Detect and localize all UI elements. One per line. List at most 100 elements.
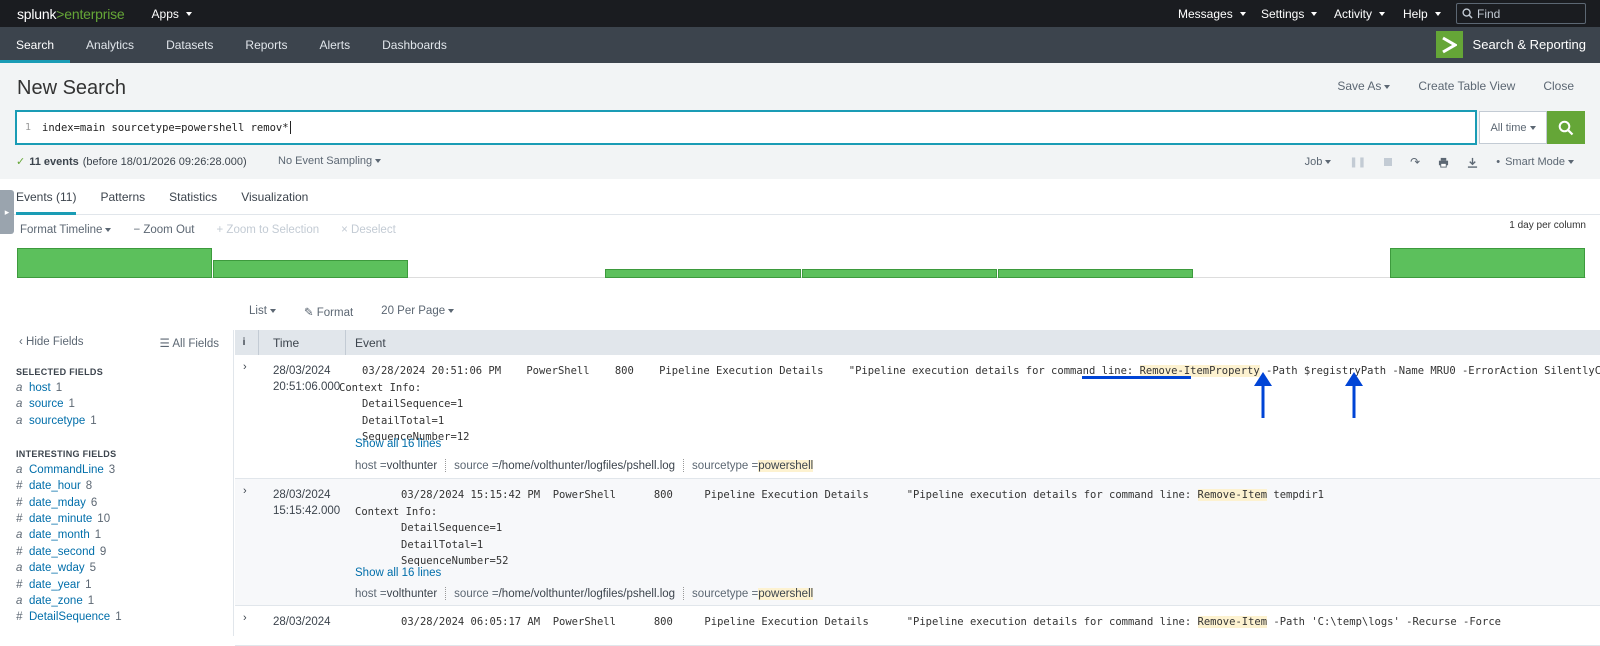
export-icon[interactable] [1467, 157, 1478, 168]
nav-analytics[interactable]: Analytics [70, 27, 150, 63]
deselect-button[interactable]: × Deselect [341, 224, 396, 236]
chevron-down-icon [185, 11, 192, 16]
expand-chevron-icon[interactable]: › [243, 361, 247, 373]
field-count: 1 [55, 382, 63, 394]
event-context: Context Info: [339, 381, 422, 394]
meta-sourcetype-value[interactable]: powershell [758, 459, 814, 472]
meta-host-value[interactable]: volthunter [387, 588, 438, 600]
mode-label: Smart Mode [1505, 156, 1565, 168]
search-time: (before 18/01/2026 09:26:28.000) [82, 155, 247, 168]
field-date-mday[interactable]: # date_mday 6 [16, 497, 97, 509]
chevron-down-icon [1325, 160, 1332, 165]
list-view-dropdown[interactable]: List [249, 305, 276, 319]
field-commandline[interactable]: a CommandLine 3 [16, 464, 115, 476]
search-icon [1558, 120, 1574, 135]
field-date-wday[interactable]: a date_wday 5 [16, 562, 96, 574]
job-menu[interactable]: Job [1305, 156, 1332, 168]
event-detail: DetailTotal=1 [401, 538, 484, 551]
search-input[interactable]: 1 index=main sourcetype=powershell remov… [15, 110, 1477, 145]
field-date-year[interactable]: # date_year 1 [16, 579, 92, 591]
share-icon[interactable]: ↷ [1410, 155, 1420, 169]
nav-dashboards[interactable]: Dashboards [366, 27, 463, 63]
hide-fields-button[interactable]: ‹ Hide Fields [19, 336, 84, 350]
format-button[interactable]: ✎ Format [304, 305, 353, 319]
search-mode-dropdown[interactable]: • Smart Mode [1496, 156, 1574, 168]
field-type: # [16, 611, 23, 623]
timeline-column[interactable] [213, 260, 409, 278]
show-all-lines-link[interactable]: Show all 16 lines [355, 438, 441, 450]
nav-alerts[interactable]: Alerts [303, 27, 366, 63]
chevron-down-icon [269, 308, 276, 313]
stop-icon[interactable] [1384, 158, 1393, 166]
field-sourcetype[interactable]: a sourcetype 1 [16, 415, 97, 427]
all-fields-label: All Fields [172, 338, 219, 350]
find-input[interactable]: Find [1456, 3, 1586, 24]
timeline-column[interactable] [1389, 248, 1585, 278]
meta-host-value[interactable]: volthunter [387, 460, 438, 472]
timeline-column[interactable] [801, 269, 997, 278]
field-date-month[interactable]: a date_month 1 [16, 529, 101, 541]
tab-statistics[interactable]: Statistics [157, 179, 229, 215]
field-source[interactable]: a source 1 [16, 398, 75, 410]
timeline-chart[interactable] [17, 248, 1586, 278]
event-raw: 03/28/2024 15:15:42 PM PowerShell 800 Pi… [355, 487, 1324, 570]
meta-source-value[interactable]: /home/volthunter/logfiles/pshell.log [499, 460, 675, 472]
meta-source-value[interactable]: /home/volthunter/logfiles/pshell.log [499, 588, 675, 600]
messages-menu[interactable]: Messages [1178, 7, 1246, 21]
nav-search[interactable]: Search [0, 27, 71, 63]
create-table-view-button[interactable]: Create Table View [1418, 79, 1515, 93]
field-type: # [16, 480, 23, 492]
expand-chevron-icon[interactable]: › [243, 612, 247, 624]
column-info[interactable]: i [235, 337, 253, 348]
app-title[interactable]: Search & Reporting [1435, 31, 1586, 58]
activity-menu[interactable]: Activity [1334, 7, 1386, 21]
apps-menu[interactable]: Apps [152, 7, 192, 21]
help-menu[interactable]: Help [1403, 7, 1441, 21]
nav-reports[interactable]: Reports [229, 27, 303, 63]
column-time[interactable]: Time [273, 336, 299, 350]
field-host[interactable]: a host 1 [16, 382, 62, 394]
tab-label: Statistics [169, 190, 218, 204]
nav-label: Analytics [86, 38, 135, 52]
format-timeline-button[interactable]: Format Timeline [20, 224, 112, 236]
field-count: 8 [85, 480, 93, 492]
per-page-dropdown[interactable]: 20 Per Page [381, 305, 455, 319]
field-date-zone[interactable]: a date_zone 1 [16, 595, 94, 607]
meta-sourcetype-value[interactable]: powershell [758, 587, 814, 600]
search-query[interactable]: index=main sourcetype=powershell remov* [39, 122, 289, 134]
timeline-column[interactable] [605, 269, 801, 278]
event-sampling-dropdown[interactable]: No Event Sampling [278, 155, 382, 167]
pause-icon[interactable]: ❚❚ [1349, 157, 1366, 168]
field-detailsequence[interactable]: # DetailSequence 1 [16, 611, 122, 623]
tab-visualization[interactable]: Visualization [229, 179, 320, 215]
time-range-picker[interactable]: All time [1479, 111, 1547, 144]
nav-datasets[interactable]: Datasets [150, 27, 229, 63]
sidebar-toggle-handle[interactable]: ▸ [0, 190, 14, 234]
print-icon[interactable] [1438, 157, 1449, 168]
splunk-logo[interactable]: splunk>enterprise [17, 6, 125, 22]
list-label: List [249, 305, 267, 317]
expand-chevron-icon[interactable]: › [243, 485, 247, 497]
field-date-second[interactable]: # date_second 9 [16, 546, 106, 558]
settings-menu[interactable]: Settings [1261, 7, 1318, 21]
pin-icon: • [1496, 156, 1501, 168]
all-fields-button[interactable]: ☰ All Fields [159, 336, 219, 350]
field-name: date_year [29, 579, 81, 591]
events-table-header: i Time Event [235, 330, 1600, 355]
search-button[interactable] [1547, 111, 1585, 144]
tab-patterns[interactable]: Patterns [88, 179, 157, 215]
search-match-highlight: Remove-Item [1197, 616, 1268, 628]
list-icon: ☰ [159, 338, 173, 350]
field-date-hour[interactable]: # date_hour 8 [16, 480, 92, 492]
save-as-button[interactable]: Save As [1337, 79, 1391, 93]
field-name: host [29, 382, 51, 394]
timeline-column[interactable] [17, 248, 213, 278]
timeline-column[interactable] [997, 269, 1193, 278]
close-button[interactable]: Close [1543, 79, 1574, 93]
event-time: 28/03/2024 15:15:42.000 [273, 487, 340, 519]
event-detail: SequenceNumber=12 [362, 431, 470, 443]
field-date-minute[interactable]: # date_minute 10 [16, 513, 110, 525]
zoom-to-selection-button[interactable]: + Zoom to Selection [217, 224, 320, 236]
zoom-out-button[interactable]: − Zoom Out [133, 224, 194, 236]
show-all-lines-link[interactable]: Show all 16 lines [355, 567, 441, 579]
